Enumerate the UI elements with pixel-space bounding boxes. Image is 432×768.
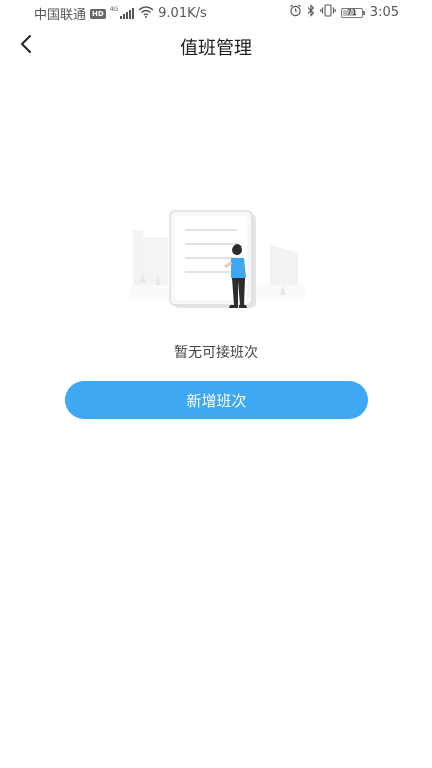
empty-state-message: 暂无可接班次 bbox=[174, 345, 258, 361]
battery-icon: 71 bbox=[340, 7, 365, 18]
network-type: 4G bbox=[109, 6, 119, 13]
network-speed: 9.01K/s bbox=[158, 6, 207, 21]
empty-document-illustration bbox=[130, 205, 305, 320]
status-left: 中国联通 HD 4G 9.01K/s bbox=[34, 4, 207, 23]
status-bar: 中国联通 HD 4G 9.01K/s 71 3:05 bbox=[0, 0, 432, 24]
status-right: 71 3:05 bbox=[289, 4, 399, 21]
vibrate-icon bbox=[320, 4, 336, 21]
wifi-icon bbox=[138, 5, 154, 22]
hd-badge: HD bbox=[90, 8, 106, 19]
battery-level: 71 bbox=[346, 7, 357, 17]
screen: 中国联通 HD 4G 9.01K/s 71 3:05 值班管理 暂无可接班次 新… bbox=[0, 0, 432, 768]
page-title: 值班管理 bbox=[180, 38, 252, 59]
nav-bar: 值班管理 bbox=[0, 24, 432, 68]
signal-icon bbox=[120, 8, 135, 19]
clock: 3:05 bbox=[369, 5, 399, 20]
carrier-label: 中国联通 bbox=[34, 8, 87, 23]
add-shift-button[interactable]: 新增班次 bbox=[65, 381, 368, 419]
alarm-icon bbox=[289, 4, 302, 21]
bluetooth-icon bbox=[307, 4, 315, 21]
